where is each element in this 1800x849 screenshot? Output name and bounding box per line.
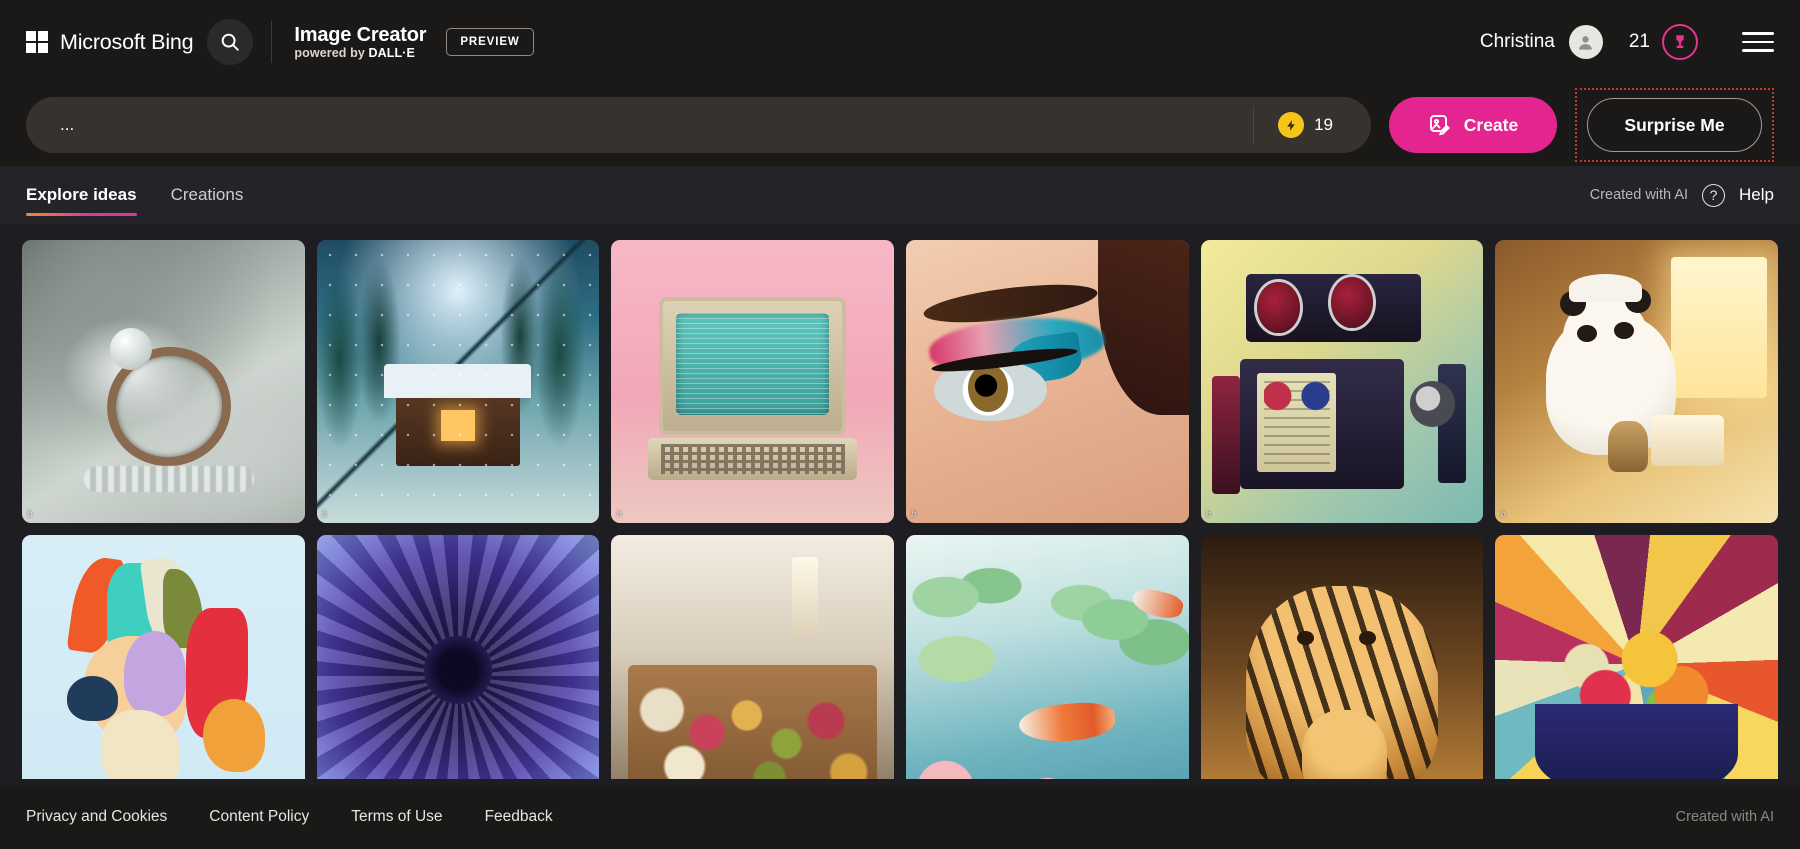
hamburger-menu-icon[interactable] [1742, 32, 1774, 52]
footer-link-feedback[interactable]: Feedback [485, 808, 553, 826]
gallery-card-pearl-ring-on-silk[interactable]: b [22, 240, 305, 523]
tab-bar: Explore ideas Creations Created with AI … [0, 166, 1800, 224]
app-footer: Privacy and Cookies Content Policy Terms… [0, 785, 1800, 849]
surprise-me-highlight: Surprise Me [1575, 88, 1774, 162]
brand-name-label: Microsoft Bing [60, 29, 194, 54]
surprise-me-button[interactable]: Surprise Me [1587, 98, 1762, 152]
gallery-card-geometric-fruit-bowl[interactable]: b [1495, 534, 1778, 779]
question-circle-icon[interactable]: ? [1702, 183, 1726, 207]
artwork-snowy-winter-cabin [316, 240, 600, 523]
bing-watermark: b [910, 507, 917, 520]
avatar[interactable] [1568, 25, 1603, 59]
image-grid: b b b b b b [22, 240, 1778, 779]
prompt-bar: 19 Create Surprise Me [0, 84, 1800, 166]
gallery-card-tiger-and-cub[interactable]: b [1200, 534, 1484, 779]
artwork-charcuterie-board [611, 534, 894, 779]
artwork-retro-vintage-computer [611, 240, 894, 523]
boost-trophy-icon [1676, 35, 1684, 48]
microsoft-logo-icon [26, 31, 48, 53]
bing-watermark: b [616, 507, 622, 520]
help-link[interactable]: Help [1739, 185, 1774, 205]
app-header: Microsoft Bing Image Creator powered by … [0, 0, 1800, 84]
product-title: Image Creator [294, 23, 427, 46]
artwork-panda-chef-baking-cake [1495, 240, 1778, 523]
artwork-geometric-fruit-bowl [1495, 534, 1778, 779]
boost-credits-chip[interactable]: 19 [1253, 106, 1363, 144]
bing-watermark: b [27, 507, 33, 520]
gallery-card-paper-craft-fox[interactable]: b [22, 534, 305, 779]
artwork-koi-pond-watercolor [905, 534, 1189, 779]
gallery-content: b b b b b b [0, 224, 1800, 779]
gallery-card-retro-vintage-computer[interactable]: b [611, 240, 894, 523]
header-divider [271, 21, 273, 63]
tab-explore-ideas-label: Explore ideas [26, 185, 137, 204]
bing-brand[interactable]: Microsoft Bing [26, 29, 194, 55]
person-icon [1579, 35, 1593, 50]
gallery-card-retro-boombox-robot[interactable]: b [1200, 240, 1484, 523]
gallery-card-koi-pond-watercolor[interactable]: b [905, 534, 1189, 779]
tab-list: Explore ideas Creations [26, 166, 243, 224]
artwork-purple-dahlia-flower [316, 534, 600, 779]
create-button[interactable]: Create [1389, 97, 1557, 153]
lightning-coin-icon [1278, 112, 1305, 138]
prompt-input[interactable] [26, 97, 1254, 153]
gallery-card-snowy-winter-cabin[interactable]: b [316, 240, 600, 523]
preview-badge[interactable]: PREVIEW [446, 28, 534, 56]
artwork-pearl-ring-on-silk [22, 240, 305, 523]
tab-explore-ideas[interactable]: Explore ideas [26, 166, 137, 224]
header-actions: Christina 21 [1480, 24, 1774, 60]
tab-bar-actions: Created with AI ? Help [1589, 183, 1774, 207]
image-pencil-icon [1429, 115, 1450, 136]
search-button[interactable] [207, 19, 254, 65]
user-name-label: Christina [1479, 31, 1555, 52]
gallery-card-panda-chef-baking-cake[interactable]: b [1495, 240, 1778, 523]
dalle-label: DALL·E [368, 46, 415, 61]
tab-creations-label: Creations [170, 185, 244, 204]
artwork-tiger-and-cub [1200, 534, 1484, 779]
surprise-me-label: Surprise Me [1624, 114, 1725, 135]
tab-creations[interactable]: Creations [171, 166, 244, 224]
artwork-colorful-eye-makeup [905, 240, 1189, 523]
artwork-paper-craft-fox [22, 534, 305, 779]
create-button-label: Create [1463, 114, 1519, 135]
product-branding: Image Creator powered by DALL·E [294, 24, 426, 60]
gallery-card-colorful-eye-makeup[interactable]: b [905, 240, 1189, 523]
search-icon [222, 33, 240, 51]
gallery-card-charcuterie-board[interactable]: b [611, 534, 894, 779]
boost-badge[interactable] [1662, 24, 1698, 60]
bing-watermark: b [1205, 507, 1212, 520]
footer-links: Privacy and Cookies Content Policy Terms… [26, 808, 553, 826]
prompt-field[interactable]: 19 [26, 97, 1371, 153]
bing-watermark: b [1500, 507, 1506, 520]
artwork-retro-boombox-robot [1200, 240, 1484, 523]
boost-credits-label: 19 [1314, 115, 1333, 134]
product-subtitle: powered by DALL·E [294, 46, 415, 61]
footer-link-privacy-and-cookies[interactable]: Privacy and Cookies [26, 808, 167, 826]
footer-created-with-ai-label: Created with AI [1675, 809, 1774, 825]
boost-count-label: 21 [1628, 31, 1650, 52]
footer-link-terms-of-use[interactable]: Terms of Use [351, 808, 442, 826]
lightning-bolt-icon [1286, 119, 1295, 131]
gallery-card-purple-dahlia-flower[interactable]: b [316, 534, 600, 779]
footer-link-content-policy[interactable]: Content Policy [209, 808, 309, 826]
bing-watermark: b [321, 507, 328, 520]
created-with-ai-label: Created with AI [1589, 187, 1689, 203]
